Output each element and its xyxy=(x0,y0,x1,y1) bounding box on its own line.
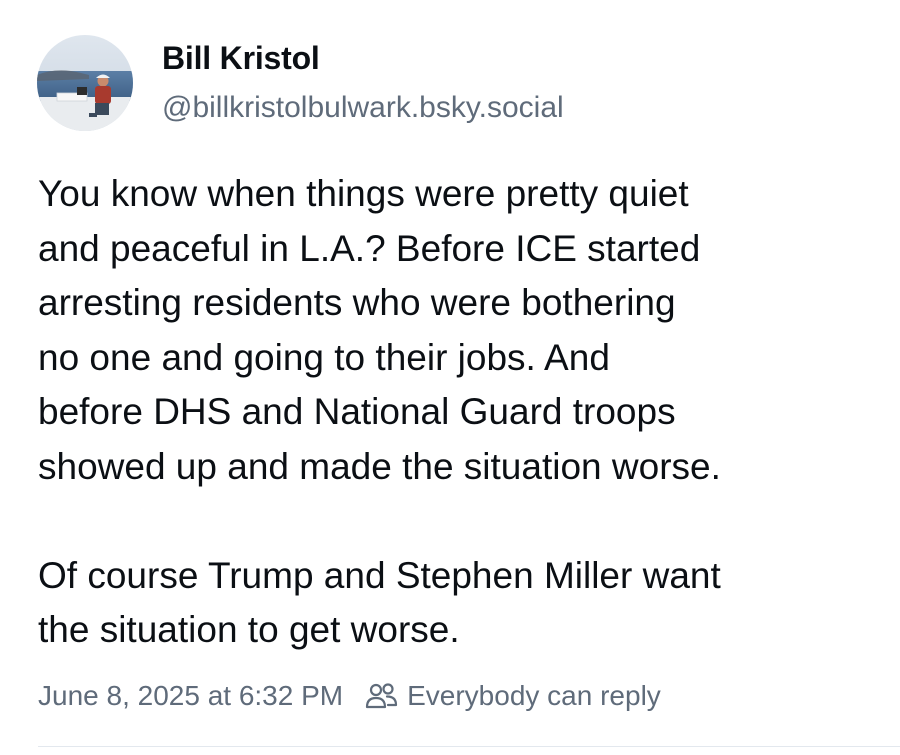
post-meta: June 8, 2025 at 6:32 PM Everybody can re… xyxy=(38,680,661,712)
divider xyxy=(38,746,900,747)
avatar[interactable] xyxy=(37,35,133,131)
avatar-image xyxy=(37,35,133,131)
reply-setting[interactable]: Everybody can reply xyxy=(407,680,661,712)
post-card: Bill Kristol @billkristolbulwark.bsky.so… xyxy=(0,0,900,755)
author-handle[interactable]: @billkristolbulwark.bsky.social xyxy=(162,91,564,125)
people-icon xyxy=(365,681,399,711)
post-timestamp[interactable]: June 8, 2025 at 6:32 PM xyxy=(38,680,343,712)
post-text: You know when things were pretty quiet a… xyxy=(38,173,721,650)
author-name[interactable]: Bill Kristol xyxy=(162,40,320,77)
